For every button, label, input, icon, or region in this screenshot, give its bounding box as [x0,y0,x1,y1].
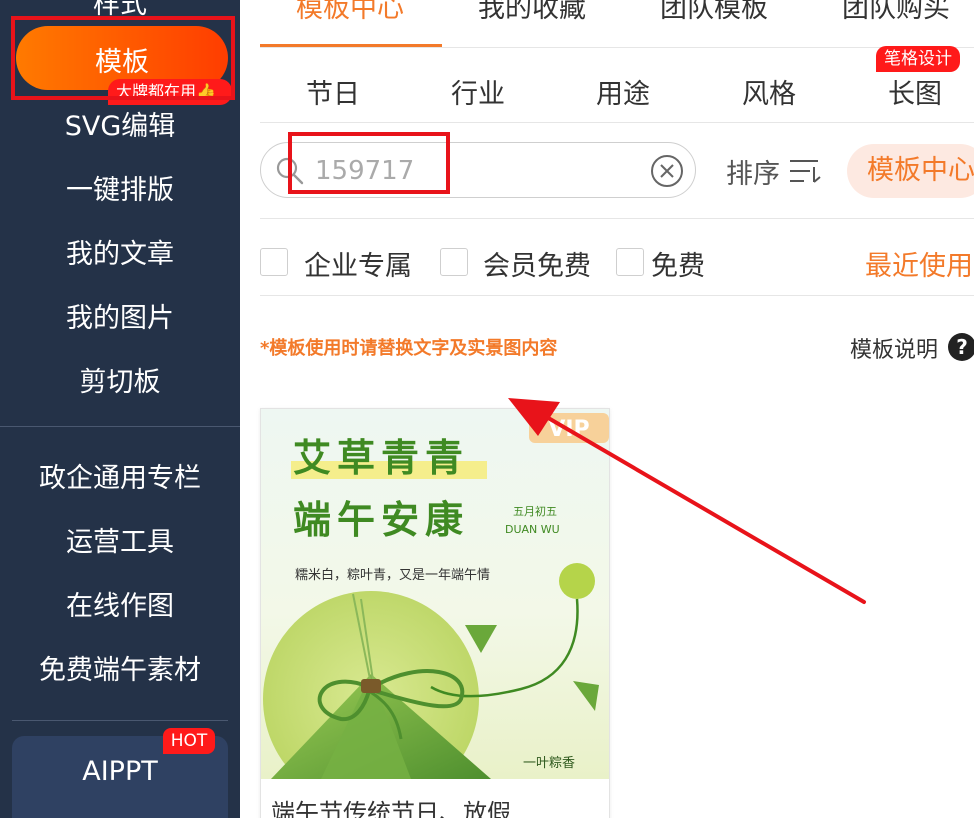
sidebar-item-gov-enterprise[interactable]: 政企通用专栏 [0,456,240,495]
category-festival[interactable]: 节日 [306,72,360,111]
divider [260,47,974,48]
tab-template-center[interactable]: 模板中心 [296,0,404,25]
annotation-box-templates [11,16,235,100]
divider [260,218,974,219]
template-title[interactable]: 端午节传统节日、放假... [271,793,534,818]
sidebar: 样式 模板 大牌都在用👍 SVG编辑 一键排版 我的文章 我的图片 剪切板 政企… [0,0,240,818]
sidebar-item-my-images[interactable]: 我的图片 [0,296,240,335]
tab-my-favorites[interactable]: 我的收藏 [478,0,586,25]
divider [260,122,974,123]
hot-badge: HOT [163,728,215,754]
sort-label: 排序 [726,159,780,190]
card-date-en: DUAN WU [505,523,560,536]
sidebar-item-clipboard[interactable]: 剪切板 [0,360,240,399]
card-date-cn: 五月初五 [513,504,557,518]
category-industry[interactable]: 行业 [451,72,505,111]
sidebar-item-my-articles[interactable]: 我的文章 [0,232,240,271]
category-purpose[interactable]: 用途 [596,72,650,111]
sort-button[interactable]: 排序 [726,152,780,191]
sort-icon[interactable] [788,158,822,184]
annotation-box-search [288,132,450,194]
clear-icon[interactable] [649,153,685,189]
tab-team-purchase[interactable]: 团队购买 [842,0,950,25]
sidebar-item-online-design[interactable]: 在线作图 [0,584,240,623]
template-center-button[interactable]: 模板中心 [847,144,974,198]
sidebar-divider [12,720,228,721]
card-brand: 一叶粽香 [523,756,575,771]
member-free-checkbox[interactable] [440,248,468,276]
sidebar-item-one-click-layout[interactable]: 一键排版 [0,168,240,207]
filter-member-free-label[interactable]: 会员免费 [483,244,591,283]
aippt-label: AIPPT [82,756,158,787]
card-headline-2: 端午安康 [293,498,469,542]
card-subline: 糯米白，粽叶青，又是一年端午情 [295,567,490,583]
main-content: 模板中心 我的收藏 团队模板 团队购买 节日 行业 用途 风格 长图 笔格设计 … [240,0,974,818]
category-long-image[interactable]: 长图 [888,72,942,111]
divider [260,295,974,296]
enterprise-checkbox[interactable] [260,248,288,276]
template-thumbnail[interactable]: VIP 艾草青青 端午安康 五月初五 DUAN WU 糯米白，粽叶青，又是一年端… [261,409,610,779]
filter-free-label[interactable]: 免费 [651,244,705,283]
template-help-link[interactable]: 模板说明 [850,332,938,364]
vip-badge: VIP [548,417,589,442]
usage-notice: *模板使用时请替换文字及实景图内容 [260,338,558,359]
sidebar-item-svg-edit[interactable]: SVG编辑 [0,104,240,143]
filter-enterprise-label[interactable]: 企业专属 [304,244,412,283]
sidebar-divider [0,426,240,427]
free-checkbox[interactable] [616,248,644,276]
question-icon[interactable]: ? [948,333,974,361]
category-badge: 笔格设计 [876,46,960,72]
recently-used-link[interactable]: 最近使用 [865,244,973,283]
sidebar-item-ops-tools[interactable]: 运营工具 [0,520,240,559]
tab-team-templates[interactable]: 团队模板 [660,0,768,25]
template-card[interactable]: VIP 艾草青青 端午安康 五月初五 DUAN WU 糯米白，粽叶青，又是一年端… [260,408,610,818]
card-headline-1: 艾草青青 [293,436,469,480]
category-style[interactable]: 风格 [742,72,796,111]
sidebar-item-free-duanwu[interactable]: 免费端午素材 [0,648,240,687]
